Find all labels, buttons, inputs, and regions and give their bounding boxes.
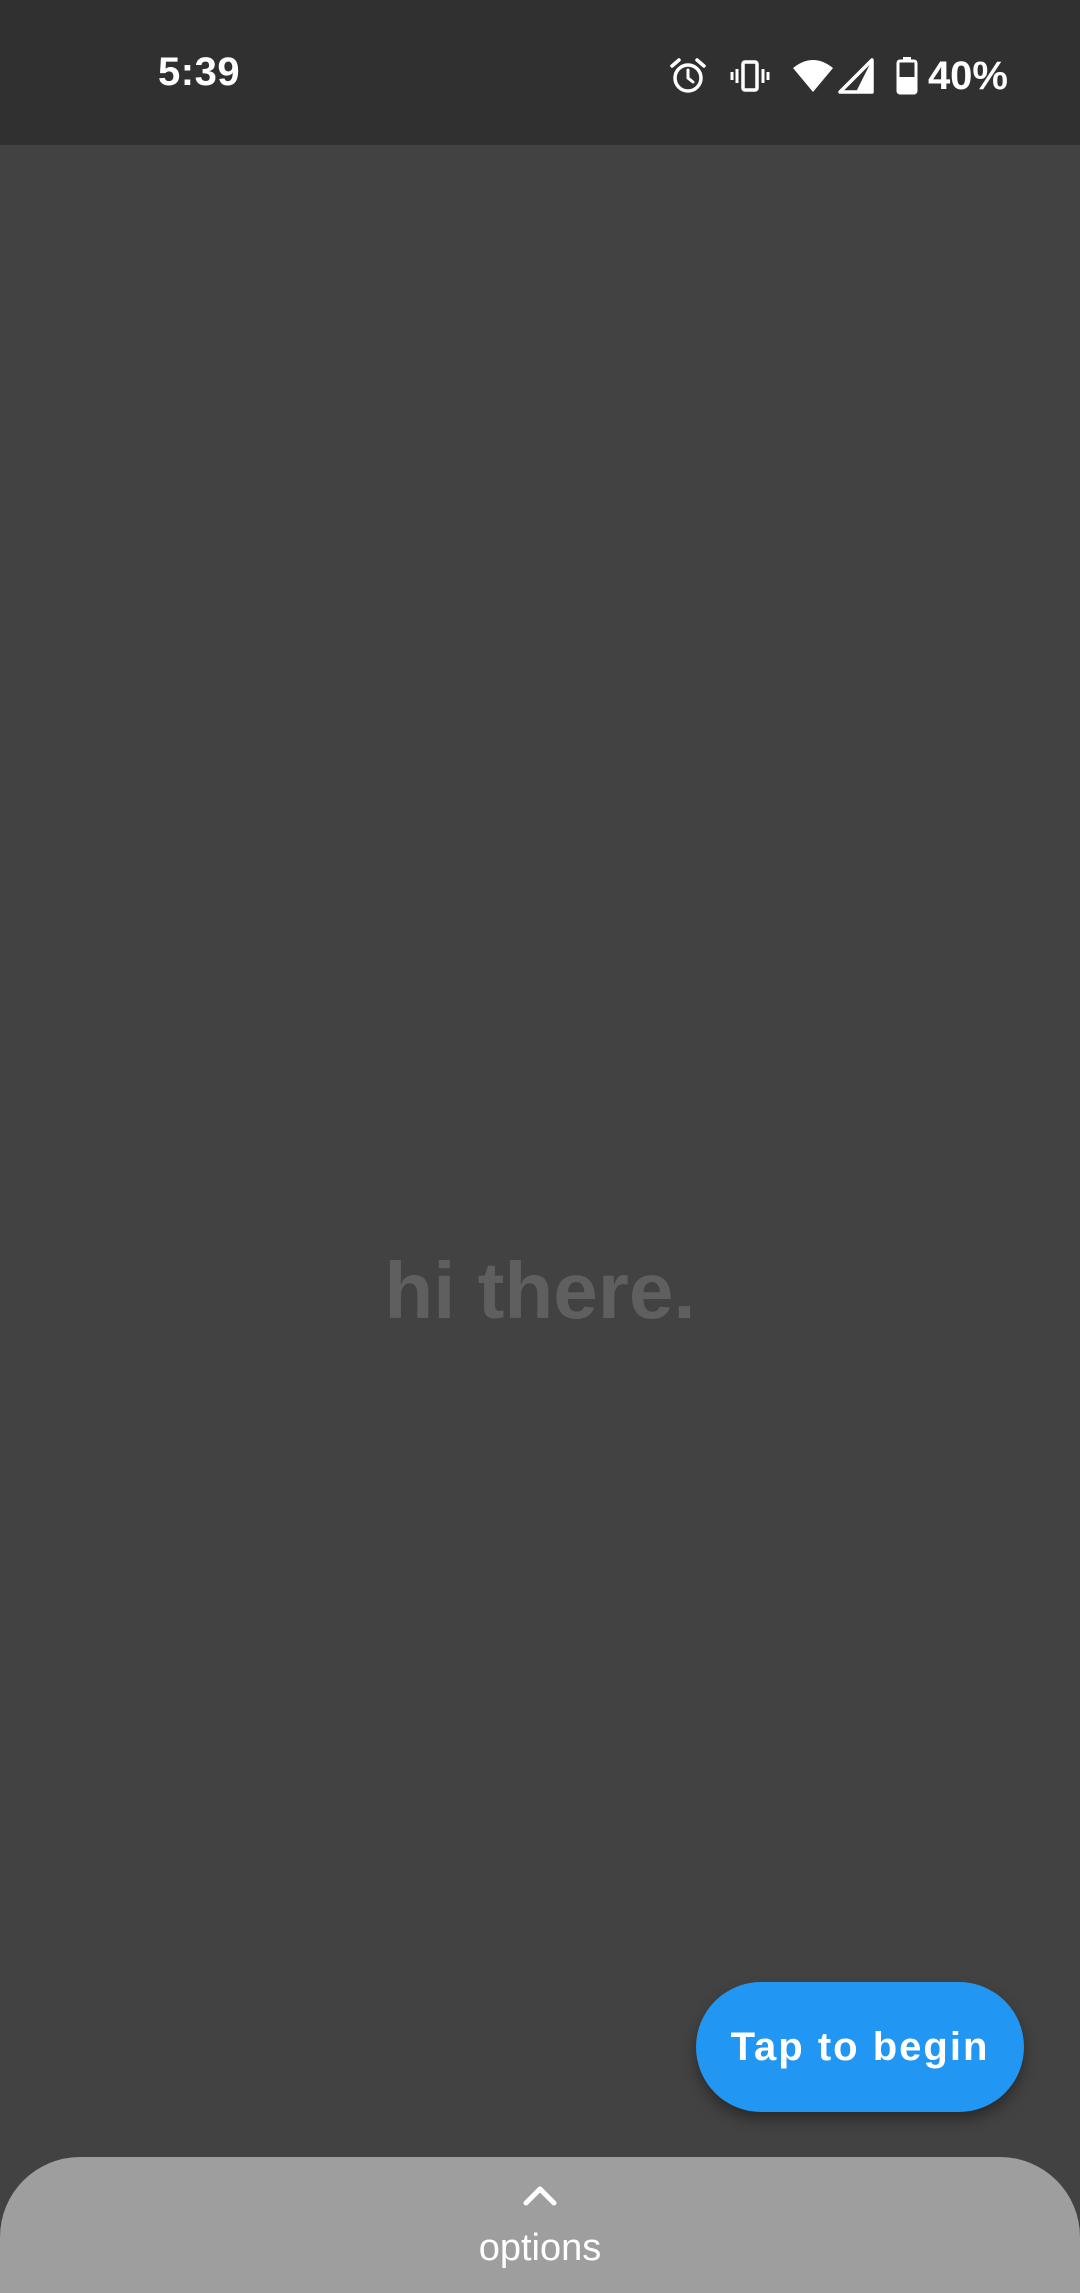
tap-to-begin-button[interactable]: Tap to begin bbox=[696, 1982, 1024, 2112]
status-bar: 5:39 40% bbox=[0, 0, 1080, 145]
options-label[interactable]: options bbox=[0, 2227, 1080, 2270]
cell-signal-icon bbox=[838, 58, 874, 94]
greeting-text: hi there. bbox=[384, 1246, 696, 1335]
chevron-up-icon[interactable] bbox=[520, 2179, 560, 2209]
wifi-icon bbox=[792, 58, 834, 94]
vibrate-icon bbox=[730, 56, 770, 96]
status-time: 5:39 bbox=[158, 50, 241, 94]
status-icons: 40% bbox=[646, 52, 1008, 100]
main-content: hi there. bbox=[0, 145, 1080, 2157]
battery-percent: 40% bbox=[927, 53, 1008, 98]
battery-icon bbox=[896, 57, 918, 95]
alarm-icon bbox=[668, 56, 708, 96]
options-sheet[interactable]: options bbox=[0, 2157, 1080, 2293]
